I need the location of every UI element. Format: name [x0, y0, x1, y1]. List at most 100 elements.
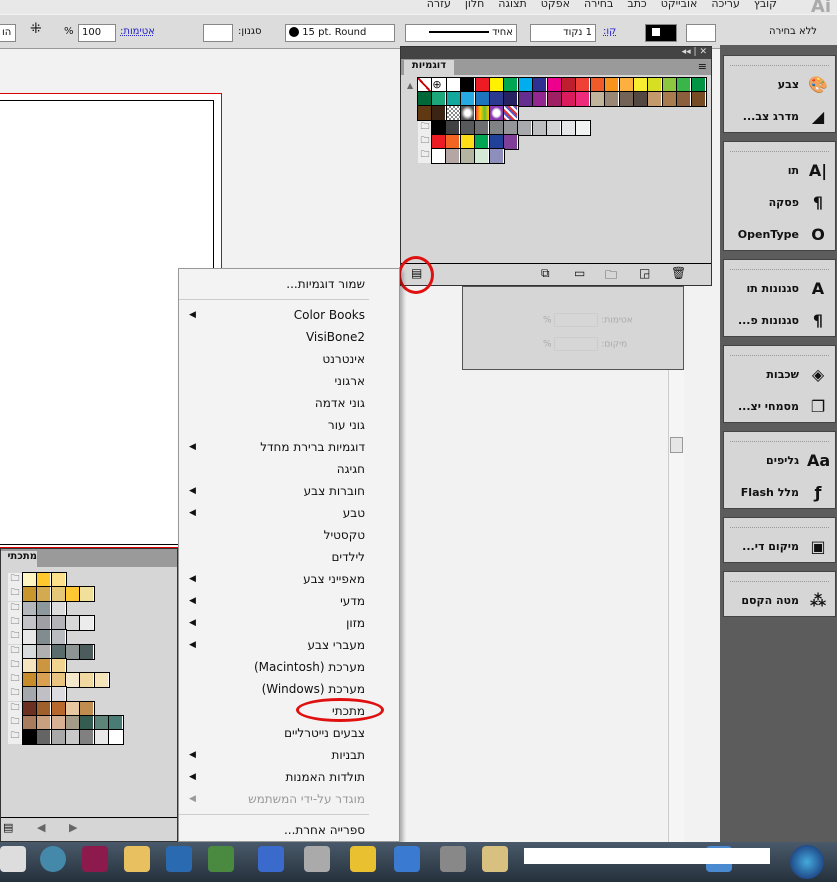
swatch[interactable]	[488, 148, 505, 165]
menu-0[interactable]: קובץ	[754, 0, 777, 14]
trash-icon[interactable]: 🗑	[671, 266, 686, 280]
color-group-folder-icon[interactable]: 🗀	[8, 716, 22, 730]
indesign-taskbar-icon[interactable]	[82, 846, 108, 872]
menu-item[interactable]: טקסטיל	[179, 524, 399, 546]
swatch[interactable]	[604, 91, 621, 108]
swatch[interactable]	[79, 700, 96, 717]
swatch[interactable]	[107, 729, 124, 746]
swatch[interactable]	[36, 715, 53, 731]
menu-5[interactable]: אפקט	[541, 0, 570, 14]
swatch[interactable]	[50, 657, 67, 674]
swatch[interactable]	[107, 715, 124, 731]
swatch[interactable]	[532, 77, 549, 93]
stroke-label[interactable]: קו:	[603, 26, 616, 37]
menu-item[interactable]: ספרייה אחרת...	[179, 819, 399, 841]
swatch[interactable]	[22, 643, 38, 660]
swatch[interactable]	[64, 643, 81, 660]
menu-item[interactable]: גוני עור	[179, 414, 399, 436]
panel-menu-icon[interactable]: ≡	[698, 60, 707, 73]
swatch[interactable]	[474, 91, 491, 108]
swatch[interactable]	[575, 77, 592, 93]
color-group-folder-icon[interactable]: 🗀	[8, 730, 22, 745]
collapse-icon[interactable]: ◂◂	[682, 47, 691, 57]
menu-item[interactable]: גוני אדמה	[179, 392, 399, 414]
menu-item[interactable]: חגיגה	[179, 458, 399, 480]
swatch[interactable]	[474, 120, 491, 136]
swatch[interactable]	[532, 91, 549, 108]
swatch[interactable]	[676, 91, 693, 108]
menu-8[interactable]: עזרה	[427, 0, 451, 14]
menu-4[interactable]: בחירה	[584, 0, 613, 14]
swatch[interactable]	[36, 600, 53, 617]
swatch[interactable]	[64, 715, 81, 731]
dock-item-magic-wand[interactable]: מטה הקסם ⁂	[724, 584, 835, 616]
swatch[interactable]	[417, 105, 433, 122]
swatch[interactable]	[79, 643, 96, 660]
swatch[interactable]	[633, 91, 649, 108]
swatch[interactable]	[589, 77, 606, 93]
swatch[interactable]	[431, 91, 448, 108]
swatch[interactable]	[431, 105, 448, 122]
swatch[interactable]	[50, 586, 67, 603]
menu-item[interactable]: מערכת (Macintosh)	[179, 656, 399, 678]
swatch[interactable]	[50, 672, 67, 689]
swatch[interactable]	[64, 700, 81, 717]
swatch[interactable]	[36, 643, 53, 660]
swatch[interactable]	[36, 614, 53, 631]
menu-item[interactable]: מוגדר על-ידי המשתמש ◀	[179, 788, 399, 810]
swatch[interactable]	[22, 586, 38, 603]
color-group-folder-icon[interactable]: 🗀	[418, 149, 432, 164]
swatch[interactable]	[489, 77, 505, 93]
swatch[interactable]	[22, 629, 38, 646]
next-library-icon[interactable]: ▶	[69, 821, 77, 834]
stroke-color-dropdown[interactable]	[645, 24, 677, 42]
swatch[interactable]	[474, 134, 491, 151]
new-color-group-icon[interactable]: 🗀	[605, 266, 617, 287]
color-group-folder-icon[interactable]: 🗀	[8, 701, 22, 716]
swatch[interactable]	[431, 120, 447, 136]
menu-item[interactable]: טבע ◀	[179, 502, 399, 524]
dock-item-para-styles[interactable]: ...סגנונות פ ¶	[724, 304, 835, 336]
menu-item[interactable]: מאפייני צבע ◀	[179, 568, 399, 590]
app-taskbar-icon[interactable]	[350, 846, 376, 872]
swatch[interactable]	[36, 629, 53, 646]
panel-grip[interactable]	[730, 262, 829, 270]
swatch[interactable]	[546, 91, 563, 108]
color-group-folder-icon[interactable]: 🗀	[8, 630, 22, 645]
new-swatch-icon[interactable]: ◲	[639, 266, 650, 280]
previous-library-icon[interactable]: ◀	[37, 821, 45, 834]
swatch[interactable]	[560, 120, 577, 136]
dock-item-character[interactable]: תו A|	[724, 154, 835, 186]
color-group-folder-icon[interactable]: 🗀	[8, 573, 22, 587]
swatch[interactable]	[93, 715, 110, 731]
swatch[interactable]	[79, 715, 96, 731]
menu-item[interactable]: דוגמיות ברירת מחדל ◀	[179, 436, 399, 458]
swatch[interactable]	[50, 700, 67, 717]
swatch[interactable]	[50, 614, 67, 631]
color-group-folder-icon[interactable]: 🗀	[8, 587, 22, 602]
swatch[interactable]	[517, 77, 534, 93]
menu-item[interactable]: מזון ◀	[179, 612, 399, 634]
swatch[interactable]	[36, 572, 53, 588]
swatch[interactable]	[517, 91, 534, 108]
swatch[interactable]	[503, 91, 520, 108]
app-taskbar-icon[interactable]	[304, 846, 330, 872]
swatch[interactable]	[445, 120, 462, 136]
swatch[interactable]	[417, 77, 433, 93]
swatch[interactable]	[445, 91, 462, 108]
swatch[interactable]	[79, 614, 96, 631]
swatch[interactable]	[64, 586, 81, 603]
opacity-input[interactable]: 100	[78, 24, 116, 42]
menu-item[interactable]: מדעי ◀	[179, 590, 399, 612]
menu-item[interactable]: מעברי צבע ◀	[179, 634, 399, 656]
dock-item-opentype[interactable]: OpenType O	[724, 218, 835, 250]
swatch-options-icon[interactable]: ▭	[574, 266, 585, 280]
swatch[interactable]	[575, 91, 592, 108]
start-button[interactable]	[790, 845, 824, 879]
swatch[interactable]	[647, 91, 664, 108]
swatch[interactable]	[474, 77, 491, 93]
swatch[interactable]	[647, 77, 664, 93]
color-group-folder-icon[interactable]: 🗀	[8, 644, 22, 659]
swatch[interactable]	[575, 120, 591, 136]
swatch[interactable]	[460, 77, 477, 93]
